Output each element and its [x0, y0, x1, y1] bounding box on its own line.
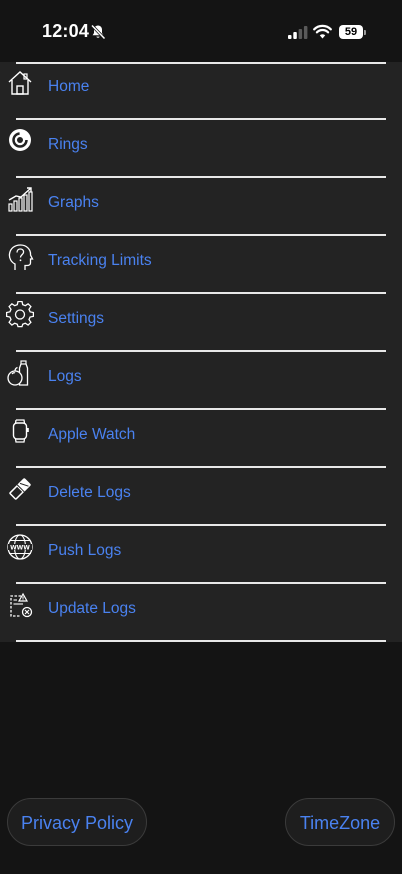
- timezone-button[interactable]: TimeZone: [285, 798, 395, 846]
- svg-text:WWW: WWW: [10, 544, 30, 551]
- menu-item-update-logs[interactable]: Update Logs: [0, 584, 402, 642]
- gear-icon: [6, 301, 34, 328]
- cellular-signal-icon: [288, 26, 308, 39]
- menu-item-label: Graphs: [48, 194, 99, 211]
- menu-item-logs[interactable]: Logs: [0, 352, 402, 410]
- menu-item-rings[interactable]: Rings: [0, 120, 402, 178]
- menu-item-tracking-limits[interactable]: Tracking Limits: [0, 236, 402, 294]
- menu-item-label: Rings: [48, 136, 88, 153]
- home-icon: [8, 71, 32, 95]
- battery-icon: 59: [339, 25, 366, 39]
- menu-divider: [16, 640, 386, 642]
- status-bar: 12:04 59: [0, 0, 402, 62]
- menu-item-label: Settings: [48, 310, 105, 327]
- menu-item-delete-logs[interactable]: Delete Logs: [0, 468, 402, 526]
- menu-item-home[interactable]: Home: [0, 62, 402, 120]
- menu-panel: Home Rings Graphs Tracking Limits Settin…: [0, 62, 402, 642]
- food-logs-icon: [7, 360, 29, 386]
- privacy-policy-button[interactable]: Privacy Policy: [7, 798, 147, 846]
- eraser-icon: [9, 478, 31, 500]
- globe-www-icon: WWW: [7, 534, 33, 560]
- menu-item-apple-watch[interactable]: Apple Watch: [0, 410, 402, 468]
- status-time: 12:04: [42, 21, 90, 41]
- menu-item-push-logs[interactable]: WWW Push Logs: [0, 526, 402, 584]
- menu-item-label: Update Logs: [48, 600, 136, 617]
- menu-item-label: Apple Watch: [48, 426, 136, 443]
- graphs-icon: [8, 187, 33, 212]
- battery-level: 59: [339, 25, 363, 39]
- menu-item-settings[interactable]: Settings: [0, 294, 402, 352]
- wifi-icon: [313, 24, 332, 39]
- head-question-icon: [8, 244, 34, 270]
- document-warning-icon: [10, 592, 33, 618]
- menu-item-label: Home: [48, 78, 90, 95]
- watch-icon: [12, 419, 29, 443]
- menu-item-label: Logs: [48, 368, 82, 385]
- menu-item-graphs[interactable]: Graphs: [0, 178, 402, 236]
- battery-cap: [364, 30, 366, 35]
- menu-item-label: Tracking Limits: [48, 252, 152, 269]
- menu-item-label: Push Logs: [48, 542, 122, 559]
- menu-item-label: Delete Logs: [48, 484, 131, 501]
- bell-slash-icon: [90, 24, 106, 40]
- rings-icon: [9, 129, 31, 151]
